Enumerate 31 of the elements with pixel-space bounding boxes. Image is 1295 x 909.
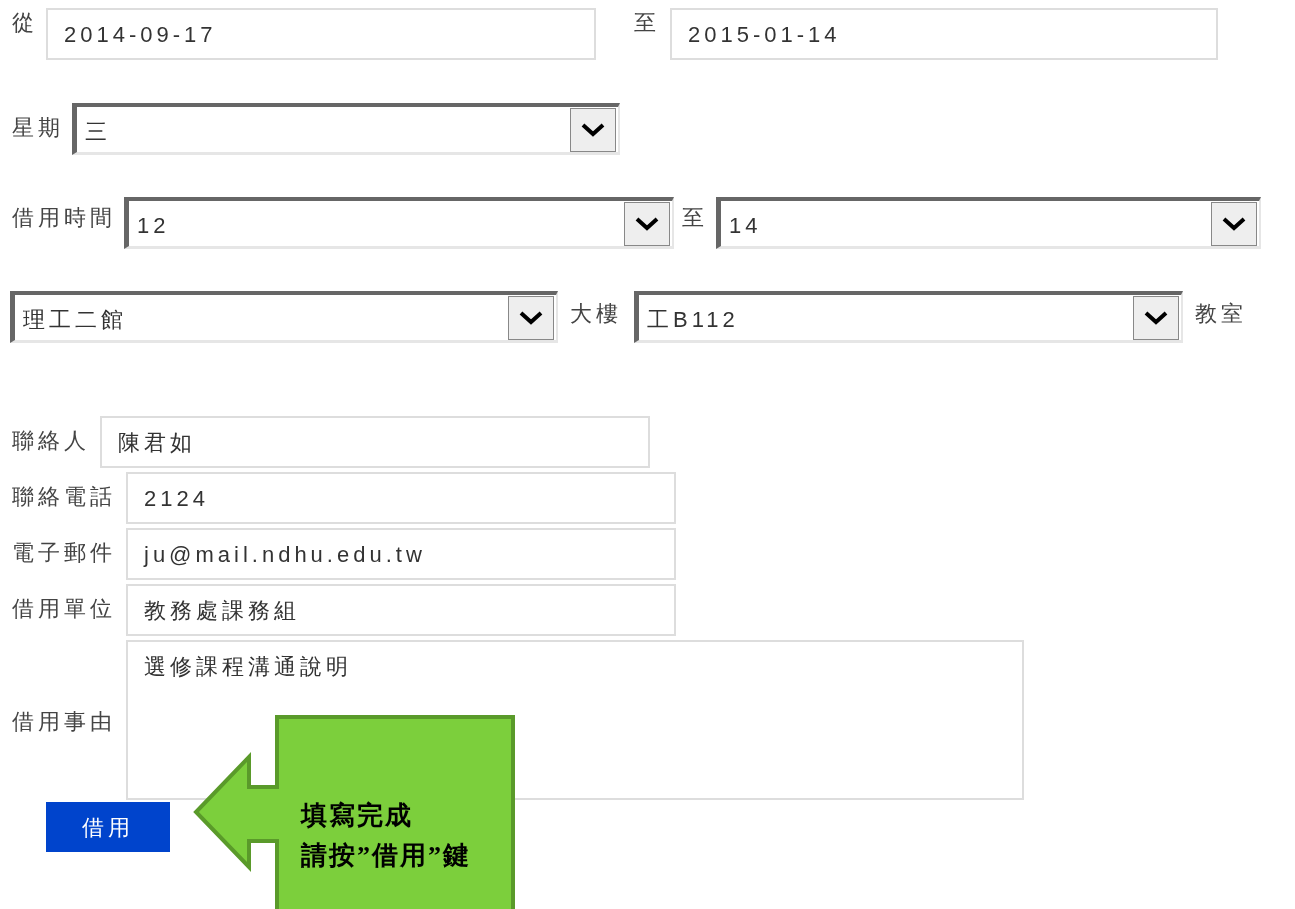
- text-field[interactable]: ju@mail.ndhu.edu.tw: [126, 528, 676, 580]
- dropdown[interactable]: 14: [716, 197, 1261, 249]
- chevron-icon[interactable]: [1211, 201, 1257, 246]
- text-field[interactable]: 陳君如: [100, 416, 650, 468]
- chevron-icon[interactable]: [1133, 295, 1179, 340]
- chevron-icon[interactable]: [570, 107, 616, 152]
- field-label: 星期: [12, 114, 64, 139]
- field-label: 借用單位: [12, 595, 116, 620]
- callout-text: 請按”借用”鍵: [301, 843, 471, 869]
- callout-text: 填寫完成: [301, 803, 413, 829]
- text-field[interactable]: 教務處課務組: [126, 584, 676, 636]
- text-field[interactable]: 2124: [126, 472, 676, 524]
- field-label: 電子郵件: [12, 539, 116, 564]
- text-field[interactable]: 2015-01-14: [670, 8, 1218, 60]
- field-label: 大樓: [570, 300, 622, 325]
- field-label: 聯絡電話: [12, 483, 116, 508]
- field-label: 借用時間: [12, 204, 116, 229]
- dropdown[interactable]: 三: [72, 103, 620, 155]
- submit-button[interactable]: 借用: [46, 802, 170, 852]
- field-label: 至: [634, 9, 660, 34]
- field-label: 借用事由: [12, 708, 116, 733]
- field-label: 從: [12, 9, 38, 34]
- dropdown[interactable]: 理工二館: [10, 291, 558, 343]
- chevron-icon[interactable]: [624, 201, 670, 246]
- field-label: 教室: [1195, 300, 1247, 325]
- chevron-icon[interactable]: [508, 295, 554, 340]
- field-label: 聯絡人: [12, 427, 90, 452]
- dropdown[interactable]: 12: [124, 197, 674, 249]
- dropdown[interactable]: 工B112: [634, 291, 1183, 343]
- text-field[interactable]: 2014-09-17: [46, 8, 596, 60]
- field-label: 至: [682, 204, 708, 229]
